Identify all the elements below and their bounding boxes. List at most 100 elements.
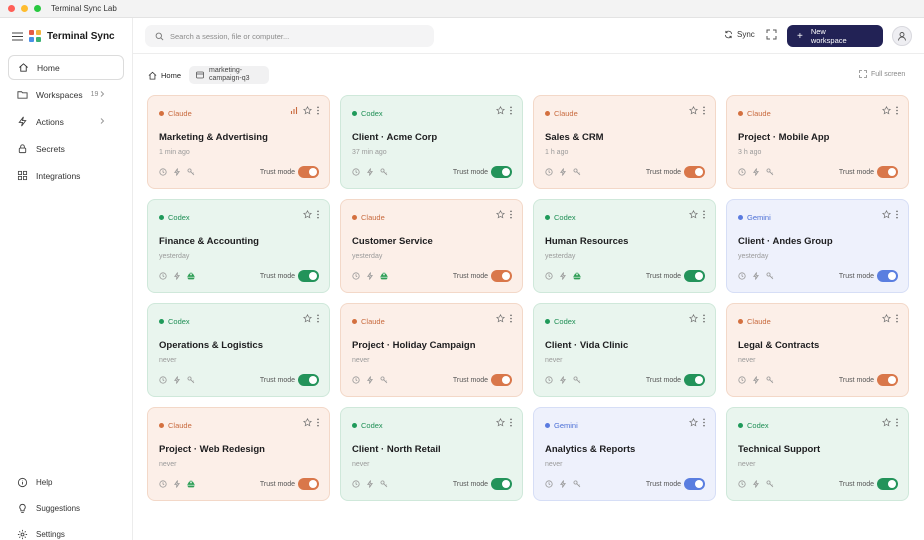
sidebar-item-settings[interactable]: Settings bbox=[8, 522, 124, 540]
trust-mode-toggle[interactable] bbox=[491, 478, 512, 490]
workspace-card[interactable]: Codex Technical Support never Trust mode bbox=[726, 407, 909, 501]
drive-icon[interactable] bbox=[187, 480, 195, 488]
trust-mode-toggle[interactable] bbox=[877, 166, 898, 178]
bolt-icon[interactable] bbox=[559, 480, 567, 488]
workspace-card[interactable]: Codex Client · North Retail never Trust … bbox=[340, 407, 523, 501]
more-vertical-icon[interactable] bbox=[895, 106, 899, 115]
key-icon[interactable] bbox=[573, 376, 581, 384]
chevron-right-icon[interactable] bbox=[98, 90, 106, 98]
bolt-icon[interactable] bbox=[366, 480, 374, 488]
bolt-icon[interactable] bbox=[173, 480, 181, 488]
clock-icon[interactable] bbox=[159, 168, 167, 176]
workspace-card[interactable]: Claude Project · Holiday Campaign never … bbox=[340, 303, 523, 397]
star-icon[interactable] bbox=[689, 314, 698, 323]
star-icon[interactable] bbox=[303, 418, 312, 427]
full-screen-button[interactable]: Full screen bbox=[859, 70, 905, 78]
star-icon[interactable] bbox=[303, 106, 312, 115]
bolt-icon[interactable] bbox=[752, 168, 760, 176]
key-icon[interactable] bbox=[380, 376, 388, 384]
key-icon[interactable] bbox=[766, 168, 774, 176]
more-vertical-icon[interactable] bbox=[702, 418, 706, 427]
drive-icon[interactable] bbox=[573, 272, 581, 280]
sidebar-item-suggestions[interactable]: Suggestions bbox=[8, 496, 124, 520]
clock-icon[interactable] bbox=[352, 480, 360, 488]
more-vertical-icon[interactable] bbox=[316, 418, 320, 427]
star-icon[interactable] bbox=[303, 210, 312, 219]
key-icon[interactable] bbox=[573, 168, 581, 176]
trust-mode-toggle[interactable] bbox=[491, 374, 512, 386]
key-icon[interactable] bbox=[187, 376, 195, 384]
star-icon[interactable] bbox=[689, 106, 698, 115]
more-vertical-icon[interactable] bbox=[702, 314, 706, 323]
zoom-window-button[interactable] bbox=[34, 5, 41, 12]
trust-mode-toggle[interactable] bbox=[684, 374, 705, 386]
trust-mode-toggle[interactable] bbox=[491, 166, 512, 178]
star-icon[interactable] bbox=[303, 314, 312, 323]
key-icon[interactable] bbox=[766, 480, 774, 488]
clock-icon[interactable] bbox=[159, 272, 167, 280]
clock-icon[interactable] bbox=[545, 272, 553, 280]
clock-icon[interactable] bbox=[738, 376, 746, 384]
more-vertical-icon[interactable] bbox=[509, 210, 513, 219]
bolt-icon[interactable] bbox=[173, 168, 181, 176]
more-vertical-icon[interactable] bbox=[316, 106, 320, 115]
star-icon[interactable] bbox=[496, 418, 505, 427]
bolt-icon[interactable] bbox=[173, 376, 181, 384]
workspace-card[interactable]: Claude Project · Web Redesign never Trus… bbox=[147, 407, 330, 501]
bolt-icon[interactable] bbox=[366, 376, 374, 384]
search-bar[interactable] bbox=[145, 25, 434, 47]
more-vertical-icon[interactable] bbox=[509, 106, 513, 115]
sidebar-item-help[interactable]: Help bbox=[8, 470, 124, 494]
drive-icon[interactable] bbox=[187, 272, 195, 280]
clock-icon[interactable] bbox=[738, 272, 746, 280]
key-icon[interactable] bbox=[573, 480, 581, 488]
breadcrumb-home[interactable]: Home bbox=[148, 71, 181, 80]
clock-icon[interactable] bbox=[352, 376, 360, 384]
clock-icon[interactable] bbox=[352, 272, 360, 280]
trust-mode-toggle[interactable] bbox=[877, 270, 898, 282]
clock-icon[interactable] bbox=[738, 480, 746, 488]
chevron-right-icon[interactable] bbox=[98, 117, 106, 125]
bolt-icon[interactable] bbox=[559, 376, 567, 384]
workspace-card[interactable]: Codex Operations & Logistics never Trust… bbox=[147, 303, 330, 397]
star-icon[interactable] bbox=[689, 418, 698, 427]
trust-mode-toggle[interactable] bbox=[491, 270, 512, 282]
more-vertical-icon[interactable] bbox=[895, 314, 899, 323]
bolt-icon[interactable] bbox=[752, 376, 760, 384]
clock-icon[interactable] bbox=[159, 376, 167, 384]
clock-icon[interactable] bbox=[352, 168, 360, 176]
trust-mode-toggle[interactable] bbox=[877, 374, 898, 386]
drive-icon[interactable] bbox=[380, 272, 388, 280]
workspace-card[interactable]: Claude Marketing & Advertising 1 min ago… bbox=[147, 95, 330, 189]
trust-mode-toggle[interactable] bbox=[298, 374, 319, 386]
key-icon[interactable] bbox=[766, 272, 774, 280]
close-window-button[interactable] bbox=[8, 5, 15, 12]
bar-chart-icon[interactable] bbox=[290, 106, 299, 115]
trust-mode-toggle[interactable] bbox=[298, 478, 319, 490]
more-vertical-icon[interactable] bbox=[509, 418, 513, 427]
bolt-icon[interactable] bbox=[752, 480, 760, 488]
minimize-window-button[interactable] bbox=[21, 5, 28, 12]
more-vertical-icon[interactable] bbox=[509, 314, 513, 323]
star-icon[interactable] bbox=[882, 106, 891, 115]
workspace-card[interactable]: Claude Sales & CRM 1 h ago Trust mode bbox=[533, 95, 716, 189]
bolt-icon[interactable] bbox=[366, 168, 374, 176]
sidebar-item-workspaces[interactable]: Workspaces 19 bbox=[8, 82, 124, 107]
clock-icon[interactable] bbox=[159, 480, 167, 488]
bolt-icon[interactable] bbox=[752, 272, 760, 280]
sync-button[interactable]: Sync bbox=[724, 30, 755, 39]
clock-icon[interactable] bbox=[738, 168, 746, 176]
trust-mode-toggle[interactable] bbox=[684, 270, 705, 282]
star-icon[interactable] bbox=[496, 210, 505, 219]
user-avatar[interactable] bbox=[892, 26, 912, 46]
more-vertical-icon[interactable] bbox=[895, 210, 899, 219]
star-icon[interactable] bbox=[882, 314, 891, 323]
bolt-icon[interactable] bbox=[366, 272, 374, 280]
trust-mode-toggle[interactable] bbox=[684, 478, 705, 490]
key-icon[interactable] bbox=[766, 376, 774, 384]
search-input[interactable] bbox=[170, 31, 420, 41]
workspace-card[interactable]: Claude Legal & Contracts never Trust mod… bbox=[726, 303, 909, 397]
workspace-card[interactable]: Codex Human Resources yesterday Trust mo… bbox=[533, 199, 716, 293]
workspace-card[interactable]: Codex Client · Vida Clinic never Trust m… bbox=[533, 303, 716, 397]
workspace-card[interactable]: Gemini Analytics & Reports never Trust m… bbox=[533, 407, 716, 501]
